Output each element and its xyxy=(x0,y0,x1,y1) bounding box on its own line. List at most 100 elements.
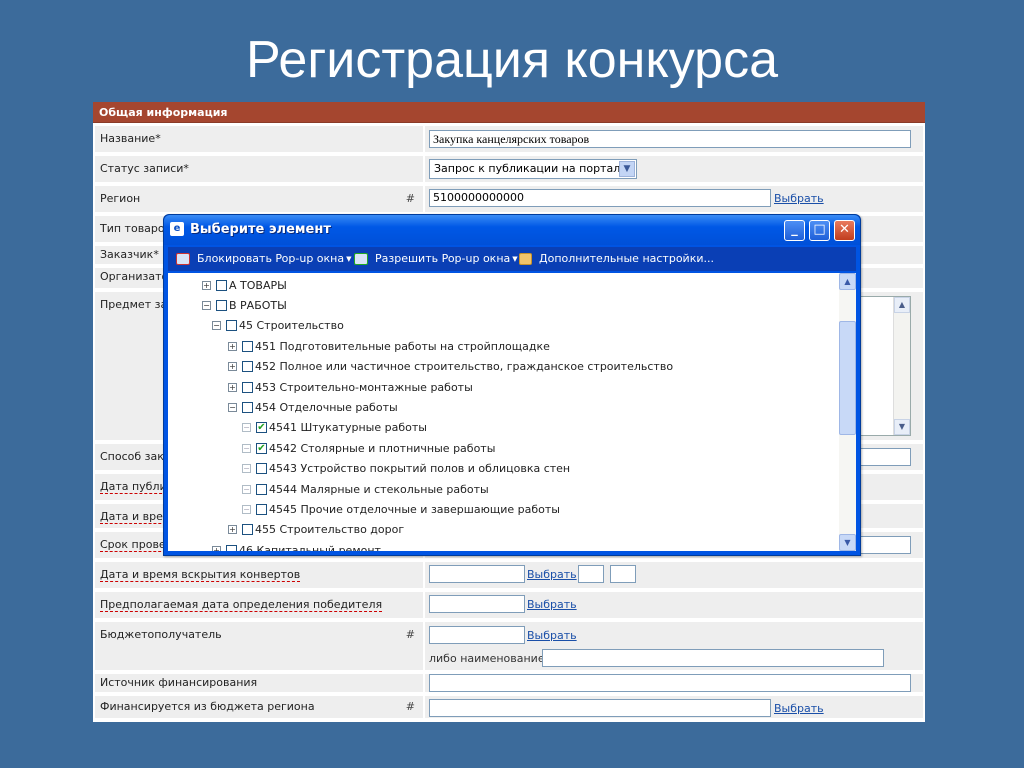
opening-label: Дата и время вскрытия конвертов xyxy=(95,562,423,588)
budget-name-input[interactable] xyxy=(542,649,884,667)
winner-choose-link[interactable]: Выбрать xyxy=(527,598,577,611)
checkbox[interactable] xyxy=(226,544,237,551)
checkbox-checked[interactable]: ✔ xyxy=(256,422,267,434)
tree-node[interactable]: +46 Капитальный ремонт xyxy=(212,541,381,551)
hash-marker: # xyxy=(405,192,415,205)
scroll-up-icon[interactable]: ▲ xyxy=(894,297,910,313)
tree-node[interactable]: − ✔ 4541 Штукатурные работы xyxy=(242,419,427,437)
expand-icon[interactable]: + xyxy=(212,545,221,551)
checkbox[interactable] xyxy=(256,463,267,475)
tree-node[interactable]: − 454 Отделочные работы xyxy=(228,398,398,416)
tree-node[interactable]: − В РАБОТЫ xyxy=(202,296,287,314)
tree-node-label: 453 Строительно-монтажные работы xyxy=(255,380,473,394)
expand-icon[interactable]: + xyxy=(228,525,237,535)
region-choose-link[interactable]: Выбрать xyxy=(774,192,824,205)
checkbox[interactable] xyxy=(242,340,253,352)
opening-choose-link[interactable]: Выбрать xyxy=(527,568,577,581)
region-budget-input[interactable] xyxy=(429,699,771,717)
collapse-icon[interactable]: − xyxy=(202,300,211,310)
status-value: Запрос к публикации на портале xyxy=(434,162,627,175)
checkbox[interactable] xyxy=(242,381,253,393)
checkbox-checked[interactable]: ✔ xyxy=(256,442,267,454)
status-label: Статус записи* xyxy=(95,156,423,182)
tree-node-label: 46 Капитальный ремонт xyxy=(239,543,381,551)
checkbox[interactable] xyxy=(226,320,237,332)
dialog-title: Выберите элемент xyxy=(190,222,331,237)
leaf-icon: − xyxy=(242,504,251,514)
or-name-label: либо наименование: xyxy=(429,652,549,665)
tree-node-label: 454 Отделочные работы xyxy=(255,400,398,414)
classification-tree: + А ТОВАРЫ − В РАБОТЫ −45 Строительство +451 … xyxy=(168,273,838,551)
maximize-button[interactable]: □ xyxy=(809,220,830,241)
expand-icon[interactable]: + xyxy=(228,362,237,372)
dialog-scrollbar[interactable]: ▲ ▼ xyxy=(839,273,856,551)
financing-source-input[interactable] xyxy=(429,674,911,692)
status-select[interactable]: Запрос к публикации на портале ▼ xyxy=(429,159,637,179)
tree-node[interactable]: +453 Строительно-монтажные работы xyxy=(228,378,473,396)
leaf-icon: − xyxy=(242,484,251,494)
minimize-button[interactable]: _ xyxy=(784,220,805,241)
winner-date-label: Предполагаемая дата определения победите… xyxy=(95,592,423,618)
block-popup-icon xyxy=(176,252,190,265)
budget-choose-link[interactable]: Выбрать xyxy=(527,629,577,642)
tree-node[interactable]: − 4544 Малярные и стекольные работы xyxy=(242,480,489,498)
winner-date-input[interactable] xyxy=(429,595,525,613)
checkbox[interactable] xyxy=(256,503,267,515)
checkbox[interactable] xyxy=(242,524,253,536)
close-button[interactable]: ✕ xyxy=(834,220,855,241)
opening-hour-input[interactable] xyxy=(578,565,604,583)
tree-node-label: 452 Полное или частичное строительство, … xyxy=(255,360,674,374)
leaf-icon: − xyxy=(242,423,251,433)
subject-scrollbar[interactable]: ▲ ▼ xyxy=(893,297,910,435)
checkbox[interactable] xyxy=(242,401,253,413)
expand-icon[interactable]: + xyxy=(228,341,237,351)
dropdown-caret-icon: ▼ xyxy=(346,254,352,263)
financing-source-label: Источник финансирования xyxy=(95,674,423,692)
tree-node[interactable]: +452 Полное или частичное строительство,… xyxy=(228,358,673,376)
name-label: Название* xyxy=(95,126,423,152)
expand-icon[interactable]: + xyxy=(202,280,211,290)
allow-popup-button[interactable]: Разрешить Pop-up окна ▼ xyxy=(354,252,518,265)
tree-node[interactable]: + А ТОВАРЫ xyxy=(202,276,287,294)
checkbox[interactable] xyxy=(242,361,253,373)
checkbox[interactable] xyxy=(216,279,227,291)
scroll-thumb[interactable] xyxy=(839,321,856,435)
opening-date-input[interactable] xyxy=(429,565,525,583)
tree-node[interactable]: +451 Подготовительные работы на стройпло… xyxy=(228,337,550,355)
extra-settings-button[interactable]: Дополнительные настройки... xyxy=(519,252,714,265)
opening-minute-input[interactable] xyxy=(610,565,636,583)
region-budget-choose-link[interactable]: Выбрать xyxy=(774,702,824,715)
row-winner-date: Предполагаемая дата определения победите… xyxy=(95,592,923,620)
checkbox[interactable] xyxy=(256,483,267,495)
tree-node[interactable]: − ✔ 4542 Столярные и плотничные работы xyxy=(242,439,495,457)
region-input[interactable]: 5100000000000 xyxy=(429,189,771,207)
name-input[interactable]: Закупка канцелярских товаров xyxy=(429,130,911,148)
scroll-down-icon[interactable]: ▼ xyxy=(894,419,910,435)
row-opening: Дата и время вскрытия конвертов Выбрать xyxy=(95,562,923,590)
tree-node-label: 45 Строительство xyxy=(239,319,344,333)
chevron-down-icon[interactable]: ▼ xyxy=(619,161,635,177)
tree-node-label: В РАБОТЫ xyxy=(229,298,287,312)
dialog-titlebar[interactable]: e Выберите элемент _ □ ✕ xyxy=(164,215,860,245)
scroll-up-icon[interactable]: ▲ xyxy=(839,273,856,290)
scroll-down-icon[interactable]: ▼ xyxy=(839,534,856,551)
row-status: Статус записи* Запрос к публикации на по… xyxy=(95,156,923,184)
leaf-icon: − xyxy=(242,443,251,453)
select-element-dialog: e Выберите элемент _ □ ✕ Блокировать Pop… xyxy=(163,214,861,556)
row-region-budget: Финансируется из бюджета региона # Выбра… xyxy=(95,696,923,720)
collapse-icon[interactable]: − xyxy=(212,321,221,331)
checkbox[interactable] xyxy=(216,299,227,311)
row-region: Регион # 5100000000000 Выбрать xyxy=(95,186,923,214)
tree-node[interactable]: − 4545 Прочие отделочные и завершающие ра… xyxy=(242,500,560,518)
block-popup-button[interactable]: Блокировать Pop-up окна ▼ xyxy=(176,252,352,265)
dialog-content: + А ТОВАРЫ − В РАБОТЫ −45 Строительство +451 … xyxy=(168,273,856,551)
window-icon: e xyxy=(170,222,184,236)
row-name: Название* Закупка канцелярских товаров xyxy=(95,126,923,154)
tree-node[interactable]: − 4543 Устройство покрытий полов и облицо… xyxy=(242,460,570,478)
tree-node[interactable]: − 45 Строительство xyxy=(212,317,344,335)
hash-marker: # xyxy=(405,700,415,713)
tree-node[interactable]: +455 Строительство дорог xyxy=(228,521,404,539)
expand-icon[interactable]: + xyxy=(228,382,237,392)
budget-recipient-input[interactable] xyxy=(429,626,525,644)
collapse-icon[interactable]: − xyxy=(228,402,237,412)
